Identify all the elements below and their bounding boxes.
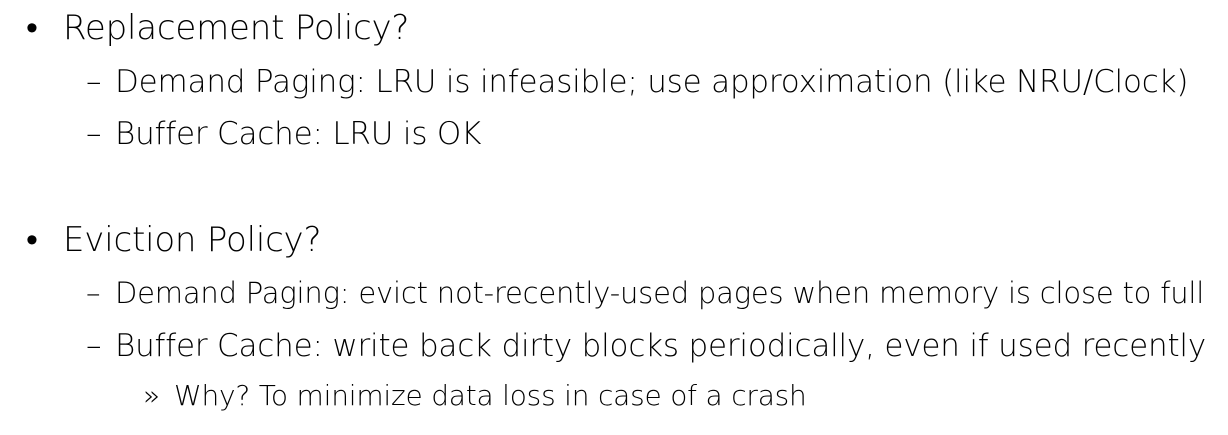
guillemet-marker: » xyxy=(143,379,160,412)
dash-marker: – xyxy=(86,328,102,364)
subsubitem-text: Why? To minimize data loss in case of a … xyxy=(174,379,807,412)
bullet-marker: • xyxy=(26,220,38,260)
heading-replacement-policy: Replacement Policy? xyxy=(63,8,410,48)
subitem-text: Buffer Cache: write back dirty blocks pe… xyxy=(115,328,1206,364)
dash-marker: – xyxy=(86,64,102,100)
dash-marker: – xyxy=(86,116,102,152)
subitem-text: Buffer Cache: LRU is OK xyxy=(115,116,482,152)
subitem-text: Demand Paging: evict not-recently-used p… xyxy=(115,276,1205,310)
bullet-marker: • xyxy=(26,8,38,48)
heading-eviction-policy: Eviction Policy? xyxy=(63,220,322,260)
dash-marker: – xyxy=(86,276,101,310)
subitem-text: Demand Paging: LRU is infeasible; use ap… xyxy=(115,64,1189,100)
slide-content: • Replacement Policy? – Demand Paging: L… xyxy=(0,0,1228,435)
